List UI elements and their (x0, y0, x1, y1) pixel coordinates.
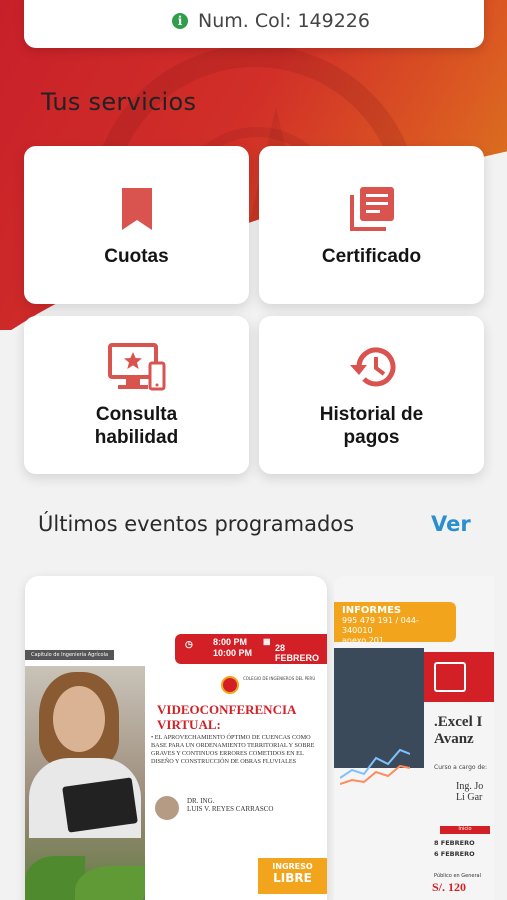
event-datetime-banner: ◷ 8:00 PM 10:00 PM ▦ 28 FEBRERO (175, 634, 327, 664)
service-label: Consulta habilidad (94, 404, 179, 448)
event-heading: VIDEOCONFERENCIA VIRTUAL: (157, 702, 297, 732)
free-entry-badge: INGRESO LIBRE (258, 858, 327, 894)
clock-icon: ◷ (185, 639, 193, 649)
info-icon: i (172, 13, 188, 29)
service-label: Cuotas (104, 245, 169, 267)
event-photo (25, 666, 145, 900)
services-title: Tus servicios (41, 88, 197, 116)
chart-graphic (340, 748, 410, 785)
profile-card: i Num. Col: 149226 (24, 0, 484, 48)
service-tile-cuotas[interactable]: Cuotas (24, 146, 249, 304)
calendar-icon: ▦ (263, 637, 271, 646)
service-tile-certificado[interactable]: Certificado (259, 146, 484, 304)
history-clock-icon (347, 341, 397, 393)
service-tile-historial-pagos[interactable]: Historial de pagos (259, 316, 484, 474)
speaker-name: DR. ING. LUIS V. REYES CARRASCO (187, 797, 274, 813)
service-label: Historial de pagos (319, 404, 424, 448)
informes-banner: INFORMES 995 479 191 / 044-340010 anexo … (334, 602, 456, 645)
service-tile-consulta-habilidad[interactable]: Consulta habilidad (24, 316, 249, 474)
college-logo (221, 676, 239, 694)
event-card-videoconferencia[interactable]: Capítulo de Ingeniería Agrícola ◷ 8:00 P… (25, 576, 327, 900)
event-topic: • EL APROVECHAMIENTO ÓPTIMO DE CUENCAS C… (151, 734, 315, 765)
course-title: .Excel I Avanz (434, 714, 483, 747)
event-category: Capítulo de Ingeniería Agrícola (25, 650, 115, 660)
collegiate-number: Num. Col: 149226 (198, 10, 370, 32)
events-section-title: Últimos eventos programados (38, 512, 355, 536)
instructor-name: Ing. Jo Li Gar (456, 781, 484, 803)
service-label: Certificado (321, 245, 422, 267)
bookmark-icon (120, 183, 154, 235)
document-stack-icon (348, 183, 396, 235)
course-price: S/. 120 (432, 880, 467, 894)
monitor-phone-star-icon (107, 341, 166, 393)
dashboard-photo (334, 648, 424, 785)
see-all-events-link[interactable]: Ver (431, 512, 471, 536)
event-card-excel[interactable]: INFORMES 995 479 191 / 044-340010 anexo … (334, 576, 494, 900)
speaker-avatar (153, 794, 181, 822)
course-logo (424, 652, 494, 702)
course-dates: 8 FEBRERO 6 FEBRERO (434, 839, 475, 858)
